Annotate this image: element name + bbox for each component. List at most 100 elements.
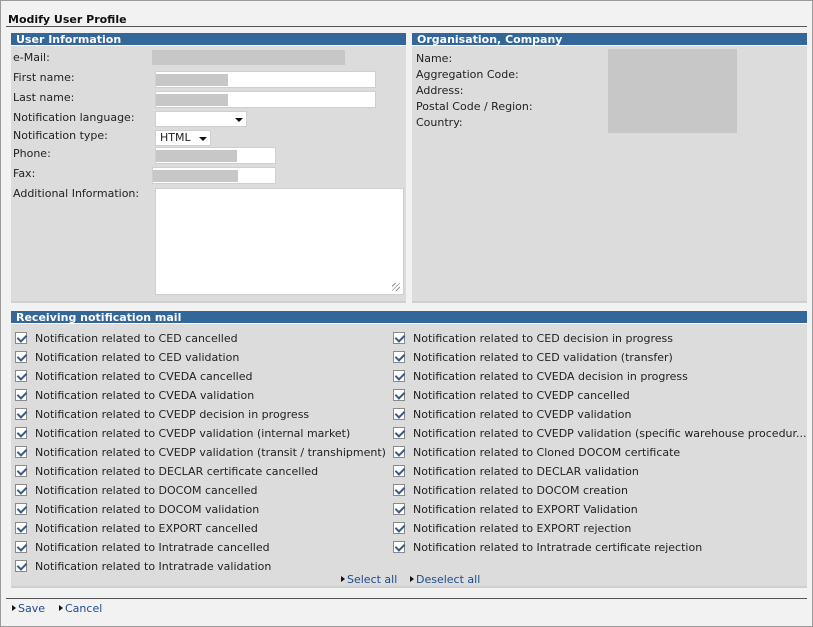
- notification-language-label: Notification language:: [13, 111, 135, 124]
- title-divider: [6, 26, 807, 27]
- deselect-all-link[interactable]: Deselect all: [410, 573, 480, 586]
- checkbox-checked-icon[interactable]: [15, 560, 27, 572]
- checkbox-checked-icon[interactable]: [15, 370, 27, 382]
- notification-label: Notification related to DOCOM cancelled: [35, 484, 258, 497]
- notification-label: Notification related to EXPORT cancelled: [35, 522, 258, 535]
- notification-label: Notification related to CVEDA validation: [35, 389, 255, 402]
- organisation-panel: Organisation, Company Name: Aggregation …: [412, 33, 807, 303]
- notification-type-label: Notification type:: [13, 129, 108, 142]
- checkbox-checked-icon[interactable]: [15, 446, 27, 458]
- notification-label: Notification related to DECLAR validatio…: [413, 465, 639, 478]
- resize-grip-icon[interactable]: [392, 283, 400, 291]
- fax-value-redacted: [153, 170, 238, 182]
- checkbox-checked-icon[interactable]: [15, 522, 27, 534]
- save-link[interactable]: Save: [12, 602, 45, 615]
- checkbox-checked-icon[interactable]: [15, 389, 27, 401]
- email-label: e-Mail:: [13, 51, 50, 64]
- checkbox-checked-icon[interactable]: [15, 541, 27, 553]
- first-name-value-redacted: [156, 74, 228, 86]
- notification-label: Notification related to Intratrade cance…: [35, 541, 270, 554]
- checkbox-checked-icon[interactable]: [393, 503, 405, 515]
- receiving-notification-mail-header: Receiving notification mail: [11, 311, 807, 324]
- notification-label: Notification related to CED validation: [35, 351, 240, 364]
- notification-label: Notification related to CVEDP validation…: [35, 427, 351, 440]
- last-name-input[interactable]: [155, 91, 376, 108]
- additional-information-label: Additional Information:: [13, 187, 140, 200]
- checkbox-checked-icon[interactable]: [393, 408, 405, 420]
- notification-label: Notification related to CVEDP validation: [413, 408, 632, 421]
- select-all-label: Select all: [347, 573, 398, 586]
- notification-label: Notification related to CVEDP cancelled: [413, 389, 630, 402]
- cancel-link[interactable]: Cancel: [59, 602, 102, 615]
- notification-label: Notification related to CVEDP validation…: [35, 446, 386, 459]
- phone-input[interactable]: [155, 147, 276, 164]
- notification-label: Notification related to EXPORT Validatio…: [413, 503, 638, 516]
- checkbox-checked-icon[interactable]: [15, 484, 27, 496]
- notification-label: Notification related to DOCOM validation: [35, 503, 260, 516]
- notification-label: Notification related to DOCOM creation: [413, 484, 628, 497]
- save-label: Save: [18, 602, 46, 615]
- notification-label: Notification related to CVEDA cancelled: [35, 370, 253, 383]
- postal-code-region-label: Postal Code / Region:: [416, 100, 533, 113]
- org-name-label: Name:: [416, 52, 453, 65]
- checkbox-checked-icon[interactable]: [393, 484, 405, 496]
- notification-label: Notification related to CED validation (…: [413, 351, 673, 364]
- fax-input[interactable]: [152, 167, 276, 184]
- checkbox-checked-icon[interactable]: [393, 427, 405, 439]
- additional-information-textarea[interactable]: [155, 188, 404, 295]
- checkbox-checked-icon[interactable]: [393, 332, 405, 344]
- notification-label: Notification related to Cloned DOCOM cer…: [413, 446, 681, 459]
- chevron-down-icon: [199, 137, 207, 141]
- checkbox-checked-icon[interactable]: [15, 427, 27, 439]
- first-name-input[interactable]: [155, 71, 376, 88]
- checkbox-checked-icon[interactable]: [15, 503, 27, 515]
- notification-language-select[interactable]: [155, 111, 247, 127]
- country-label: Country:: [416, 116, 463, 129]
- user-information-header: User Information: [11, 33, 406, 46]
- checkbox-checked-icon[interactable]: [393, 541, 405, 553]
- deselect-all-label: Deselect all: [416, 573, 481, 586]
- notification-label: Notification related to DECLAR certifica…: [35, 465, 319, 478]
- notification-label: Notification related to CVEDP validation…: [413, 427, 807, 440]
- receiving-notification-mail-panel: Receiving notification mail Notification…: [11, 311, 807, 588]
- triangle-right-icon: [12, 605, 16, 611]
- page-title: Modify User Profile: [8, 13, 127, 26]
- checkbox-checked-icon[interactable]: [393, 389, 405, 401]
- checkbox-checked-icon[interactable]: [393, 370, 405, 382]
- cancel-label: Cancel: [65, 602, 103, 615]
- notification-label: Notification related to Intratrade valid…: [35, 560, 272, 573]
- notification-type-value: HTML: [160, 131, 191, 144]
- checkbox-checked-icon[interactable]: [393, 465, 405, 477]
- organisation-values-redacted: [608, 49, 737, 133]
- last-name-value-redacted: [156, 94, 228, 106]
- checkbox-checked-icon[interactable]: [393, 522, 405, 534]
- email-value-redacted: [152, 50, 345, 65]
- organisation-header: Organisation, Company: [412, 33, 807, 46]
- phone-value-redacted: [156, 150, 237, 162]
- notification-label: Notification related to CVEDA decision i…: [413, 370, 688, 383]
- phone-label: Phone:: [13, 147, 51, 160]
- checkbox-checked-icon[interactable]: [15, 332, 27, 344]
- first-name-label: First name:: [13, 71, 75, 84]
- notification-label: Notification related to CED cancelled: [35, 332, 238, 345]
- user-information-panel: User Information e-Mail: First name: Las…: [11, 33, 406, 303]
- select-all-link[interactable]: Select all: [341, 573, 397, 586]
- address-label: Address:: [416, 84, 464, 97]
- checkbox-checked-icon[interactable]: [15, 465, 27, 477]
- triangle-right-icon: [341, 576, 345, 582]
- notification-type-select[interactable]: HTML: [155, 130, 211, 146]
- checkbox-checked-icon[interactable]: [393, 446, 405, 458]
- notification-label: Notification related to EXPORT rejection: [413, 522, 632, 535]
- chevron-down-icon: [235, 118, 243, 122]
- modify-user-profile-window: Modify User Profile User Information e-M…: [0, 0, 813, 627]
- notification-label: Notification related to Intratrade certi…: [413, 541, 703, 554]
- checkbox-checked-icon[interactable]: [15, 408, 27, 420]
- notification-label: Notification related to CED decision in …: [413, 332, 674, 345]
- actions-divider: [6, 598, 807, 599]
- fax-label: Fax:: [13, 167, 36, 180]
- checkbox-checked-icon[interactable]: [393, 351, 405, 363]
- triangle-right-icon: [59, 605, 63, 611]
- notification-label: Notification related to CVEDP decision i…: [35, 408, 310, 421]
- checkbox-checked-icon[interactable]: [15, 351, 27, 363]
- aggregation-code-label: Aggregation Code:: [416, 68, 519, 81]
